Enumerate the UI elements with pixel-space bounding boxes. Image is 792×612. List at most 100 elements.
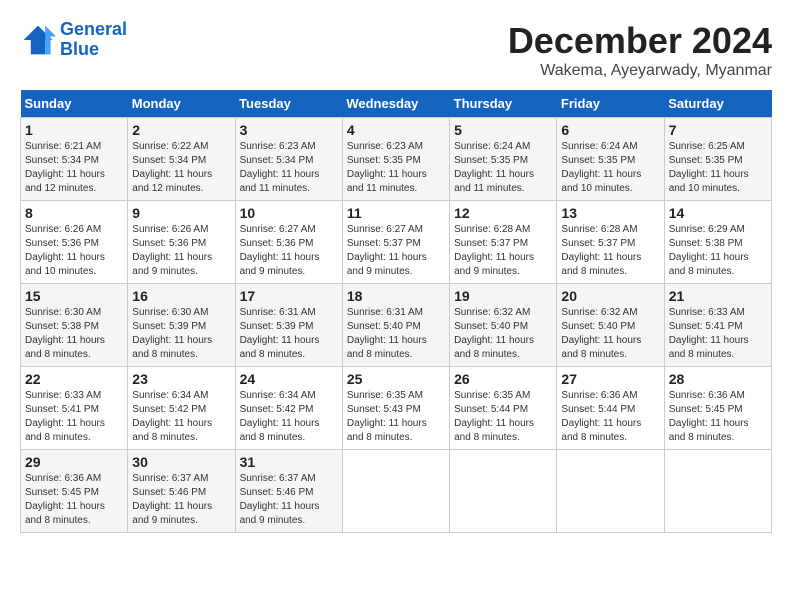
- day-number-3: 3: [240, 122, 338, 138]
- day-cell-14: 14Sunrise: 6:29 AMSunset: 5:38 PMDayligh…: [664, 201, 771, 284]
- day-cell-25: 25 Sunrise: 6:35 AMSunset: 5:43 PMDayligh…: [342, 367, 449, 450]
- day-number-16: 16: [132, 288, 230, 304]
- day-number-4: 4: [347, 122, 445, 138]
- day-number-24: 24: [240, 371, 338, 387]
- empty-cell: [664, 450, 771, 533]
- day-info-2: Sunrise: 6:22 AMSunset: 5:34 PMDaylight:…: [132, 140, 230, 196]
- day-number-10: 10: [240, 205, 338, 221]
- month-title: December 2024: [508, 20, 772, 62]
- title-block: December 2024 Wakema, Ayeyarwady, Myanma…: [508, 20, 772, 80]
- day-number-15: 15: [25, 288, 123, 304]
- weekday-cell-friday: Friday: [557, 90, 664, 118]
- weekday-cell-thursday: Thursday: [450, 90, 557, 118]
- day-cell-26: 26 Sunrise: 6:35 AMSunset: 5:44 PMDayligh…: [450, 367, 557, 450]
- day-number-1: 1: [25, 122, 123, 138]
- day-cell-5: 5Sunrise: 6:24 AMSunset: 5:35 PMDaylight…: [450, 118, 557, 201]
- empty-cell: [450, 450, 557, 533]
- logo: General Blue: [20, 20, 127, 60]
- day-cell-22: 22 Sunrise: 6:33 AMSunset: 5:41 PMDayligh…: [21, 367, 128, 450]
- day-cell-16: 16Sunrise: 6:30 AMSunset: 5:39 PMDayligh…: [128, 284, 235, 367]
- page-header: General Blue December 2024 Wakema, Ayeya…: [20, 20, 772, 80]
- day-info-24: Sunrise: 6:34 AMSunset: 5:42 PMDaylight:…: [240, 389, 338, 445]
- logo-line2: Blue: [60, 39, 99, 59]
- day-cell-21: 21 Sunrise: 6:33 AMSunset: 5:41 PMDayligh…: [664, 284, 771, 367]
- day-number-21: 21: [669, 288, 767, 304]
- day-info-18: Sunrise: 6:31 AMSunset: 5:40 PMDaylight:…: [347, 306, 445, 362]
- day-info-7: Sunrise: 6:25 AMSunset: 5:35 PMDaylight:…: [669, 140, 767, 196]
- day-cell-3: 3 Sunrise: 6:23 AMSunset: 5:34 PMDaylight…: [235, 118, 342, 201]
- day-cell-23: 23 Sunrise: 6:34 AMSunset: 5:42 PMDayligh…: [128, 367, 235, 450]
- day-number-26: 26: [454, 371, 552, 387]
- day-number-20: 20: [561, 288, 659, 304]
- day-number-18: 18: [347, 288, 445, 304]
- day-cell-18: 18 Sunrise: 6:31 AMSunset: 5:40 PMDayligh…: [342, 284, 449, 367]
- day-number-25: 25: [347, 371, 445, 387]
- day-info-15: Sunrise: 6:30 AMSunset: 5:38 PMDaylight:…: [25, 306, 123, 362]
- day-cell-15: 15 Sunrise: 6:30 AMSunset: 5:38 PMDayligh…: [21, 284, 128, 367]
- location-subtitle: Wakema, Ayeyarwady, Myanmar: [508, 62, 772, 80]
- day-number-11: 11: [347, 205, 445, 221]
- day-cell-11: 11 Sunrise: 6:27 AMSunset: 5:37 PMDayligh…: [342, 201, 449, 284]
- day-number-23: 23: [132, 371, 230, 387]
- day-cell-8: 8Sunrise: 6:26 AMSunset: 5:36 PMDaylight…: [21, 201, 128, 284]
- weekday-header-row: SundayMondayTuesdayWednesdayThursdayFrid…: [21, 90, 772, 118]
- day-number-29: 29: [25, 454, 123, 470]
- day-info-9: Sunrise: 6:26 AMSunset: 5:36 PMDaylight:…: [132, 223, 230, 279]
- day-cell-24: 24 Sunrise: 6:34 AMSunset: 5:42 PMDayligh…: [235, 367, 342, 450]
- day-info-11: Sunrise: 6:27 AMSunset: 5:37 PMDaylight:…: [347, 223, 445, 279]
- day-info-12: Sunrise: 6:28 AMSunset: 5:37 PMDaylight:…: [454, 223, 552, 279]
- day-cell-12: 12 Sunrise: 6:28 AMSunset: 5:37 PMDayligh…: [450, 201, 557, 284]
- day-info-31: Sunrise: 6:37 AMSunset: 5:46 PMDaylight:…: [240, 472, 338, 528]
- day-info-17: Sunrise: 6:31 AMSunset: 5:39 PMDaylight:…: [240, 306, 338, 362]
- day-cell-2: 2 Sunrise: 6:22 AMSunset: 5:34 PMDaylight…: [128, 118, 235, 201]
- day-number-7: 7: [669, 122, 767, 138]
- day-info-22: Sunrise: 6:33 AMSunset: 5:41 PMDaylight:…: [25, 389, 123, 445]
- calendar-week-1: 1Sunrise: 6:21 AMSunset: 5:34 PMDaylight…: [21, 118, 772, 201]
- day-cell-31: 31 Sunrise: 6:37 AMSunset: 5:46 PMDayligh…: [235, 450, 342, 533]
- day-cell-4: 4 Sunrise: 6:23 AMSunset: 5:35 PMDaylight…: [342, 118, 449, 201]
- day-cell-30: 30 Sunrise: 6:37 AMSunset: 5:46 PMDayligh…: [128, 450, 235, 533]
- day-info-20: Sunrise: 6:32 AMSunset: 5:40 PMDaylight:…: [561, 306, 659, 362]
- day-cell-20: 20 Sunrise: 6:32 AMSunset: 5:40 PMDayligh…: [557, 284, 664, 367]
- calendar-week-2: 8 Sunrise: 6:26 AMSunset: 5:36 PMDaylight…: [21, 201, 772, 284]
- day-info-25: Sunrise: 6:35 AMSunset: 5:43 PMDaylight:…: [347, 389, 445, 445]
- day-cell-10: 10 Sunrise: 6:27 AMSunset: 5:36 PMDayligh…: [235, 201, 342, 284]
- day-number-17: 17: [240, 288, 338, 304]
- weekday-cell-sunday: Sunday: [21, 90, 128, 118]
- day-number-30: 30: [132, 454, 230, 470]
- empty-cell: [342, 450, 449, 533]
- day-cell-19: 19Sunrise: 6:32 AMSunset: 5:40 PMDayligh…: [450, 284, 557, 367]
- day-number-5: 5: [454, 122, 552, 138]
- empty-cell: [557, 450, 664, 533]
- day-info-27: Sunrise: 6:36 AMSunset: 5:44 PMDaylight:…: [561, 389, 659, 445]
- day-number-31: 31: [240, 454, 338, 470]
- logo-text: General Blue: [60, 20, 127, 60]
- day-number-12: 12: [454, 205, 552, 221]
- day-number-8: 8: [25, 205, 123, 221]
- day-number-6: 6: [561, 122, 659, 138]
- day-info-3: Sunrise: 6:23 AMSunset: 5:34 PMDaylight:…: [240, 140, 338, 196]
- calendar-table: SundayMondayTuesdayWednesdayThursdayFrid…: [20, 90, 772, 533]
- weekday-cell-saturday: Saturday: [664, 90, 771, 118]
- day-info-21: Sunrise: 6:33 AMSunset: 5:41 PMDaylight:…: [669, 306, 767, 362]
- logo-icon: [20, 22, 56, 58]
- day-cell-29: 29Sunrise: 6:36 AMSunset: 5:45 PMDayligh…: [21, 450, 128, 533]
- day-info-4: Sunrise: 6:23 AMSunset: 5:35 PMDaylight:…: [347, 140, 445, 196]
- day-info-30: Sunrise: 6:37 AMSunset: 5:46 PMDaylight:…: [132, 472, 230, 528]
- day-number-2: 2: [132, 122, 230, 138]
- logo-line1: General: [60, 19, 127, 39]
- day-info-10: Sunrise: 6:27 AMSunset: 5:36 PMDaylight:…: [240, 223, 338, 279]
- weekday-cell-tuesday: Tuesday: [235, 90, 342, 118]
- day-number-9: 9: [132, 205, 230, 221]
- day-cell-6: 6 Sunrise: 6:24 AMSunset: 5:35 PMDaylight…: [557, 118, 664, 201]
- day-cell-7: 7 Sunrise: 6:25 AMSunset: 5:35 PMDaylight…: [664, 118, 771, 201]
- day-info-23: Sunrise: 6:34 AMSunset: 5:42 PMDaylight:…: [132, 389, 230, 445]
- day-info-6: Sunrise: 6:24 AMSunset: 5:35 PMDaylight:…: [561, 140, 659, 196]
- day-cell-17: 17 Sunrise: 6:31 AMSunset: 5:39 PMDayligh…: [235, 284, 342, 367]
- calendar-week-5: 29Sunrise: 6:36 AMSunset: 5:45 PMDayligh…: [21, 450, 772, 533]
- day-number-22: 22: [25, 371, 123, 387]
- day-number-13: 13: [561, 205, 659, 221]
- day-cell-27: 27Sunrise: 6:36 AMSunset: 5:44 PMDayligh…: [557, 367, 664, 450]
- day-info-26: Sunrise: 6:35 AMSunset: 5:44 PMDaylight:…: [454, 389, 552, 445]
- day-info-14: Sunrise: 6:29 AMSunset: 5:38 PMDaylight:…: [669, 223, 767, 279]
